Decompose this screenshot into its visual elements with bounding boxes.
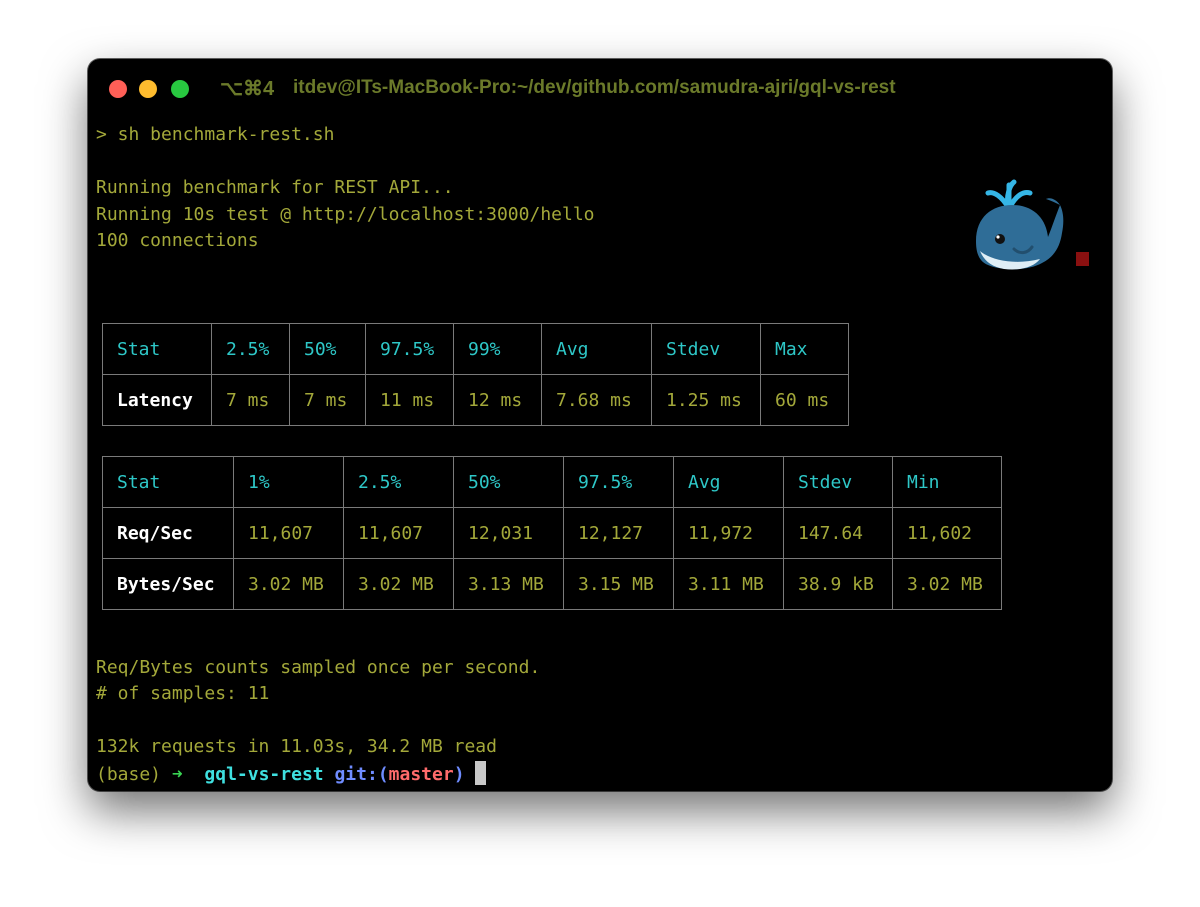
table-header-row: Stat 1% 2.5% 50% 97.5% Avg Stdev Min: [102, 456, 1002, 508]
table-cell: 60 ms: [760, 374, 849, 426]
terminal-window: ⌥⌘4 itdev@ITs-MacBook-Pro:~/dev/github.c…: [88, 59, 1112, 791]
table-header-row: Stat 2.5% 50% 97.5% 99% Avg Stdev Max: [102, 323, 849, 375]
column-header: Stdev: [783, 456, 893, 508]
command-line: > sh benchmark-rest.sh: [96, 124, 335, 145]
table-cell: 12,031: [453, 507, 564, 559]
spouting-whale-icon: [976, 179, 1064, 270]
table-cell: 11,607: [233, 507, 344, 559]
row-label: Req/Sec: [102, 507, 234, 559]
text-cursor[interactable]: [474, 761, 486, 785]
column-header: Min: [892, 456, 1002, 508]
column-header: 99%: [453, 323, 542, 375]
current-directory: gql-vs-rest: [204, 764, 324, 785]
column-header: 50%: [289, 323, 366, 375]
shell-prompt[interactable]: (base) ➜ gql-vs-rest git:(master): [96, 761, 486, 787]
column-header: 50%: [453, 456, 564, 508]
table-row: Bytes/Sec 3.02 MB 3.02 MB 3.13 MB 3.15 MB 3.1…: [102, 558, 1002, 610]
zoom-button[interactable]: [171, 80, 189, 98]
column-header: Stat: [102, 456, 234, 508]
table-cell: 11,602: [892, 507, 1002, 559]
table-cell: 147.64: [783, 507, 893, 559]
row-label: Bytes/Sec: [102, 558, 234, 610]
column-header: 2.5%: [343, 456, 454, 508]
git-label: git:(: [334, 764, 389, 785]
table-row: Latency 7 ms 7 ms 11 ms 12 ms 7.68 ms 1.25 ms 6…: [102, 374, 849, 426]
column-header: Max: [760, 323, 849, 375]
column-header: 1%: [233, 456, 344, 508]
table-cell: 3.02 MB: [892, 558, 1002, 610]
table-cell: 3.13 MB: [453, 558, 564, 610]
table-cell: 7.68 ms: [541, 374, 652, 426]
conda-env: (base): [96, 764, 162, 785]
tab-shortcut-label: ⌥⌘4: [220, 78, 275, 100]
table-cell: 11 ms: [365, 374, 454, 426]
title-bar[interactable]: ⌥⌘4 itdev@ITs-MacBook-Pro:~/dev/github.c…: [88, 59, 1112, 115]
output-line: Running 10s test @ http://localhost:3000…: [96, 204, 595, 225]
column-header: Avg: [673, 456, 784, 508]
minimize-button[interactable]: [139, 80, 157, 98]
column-header: Stdev: [651, 323, 761, 375]
footer-line: # of samples: 11: [96, 683, 270, 704]
column-header: Avg: [541, 323, 652, 375]
column-header: 2.5%: [211, 323, 290, 375]
row-label: Latency: [102, 374, 212, 426]
latency-table: Stat 2.5% 50% 97.5% 99% Avg Stdev Max Latency 7 …: [102, 323, 849, 426]
output-line: 100 connections: [96, 230, 259, 251]
column-header: 97.5%: [563, 456, 674, 508]
table-cell: 3.02 MB: [233, 558, 344, 610]
table-cell: 12 ms: [453, 374, 542, 426]
table-cell: 3.15 MB: [563, 558, 674, 610]
table-cell: 38.9 kB: [783, 558, 893, 610]
output-line: Running benchmark for REST API...: [96, 177, 454, 198]
column-header: Stat: [102, 323, 212, 375]
table-cell: 3.02 MB: [343, 558, 454, 610]
prompt-arrow-icon: ➜: [171, 764, 183, 785]
table-cell: 1.25 ms: [651, 374, 761, 426]
table-cell: 7 ms: [289, 374, 366, 426]
table-row: Req/Sec 11,607 11,607 12,031 12,127 11,972 147…: [102, 507, 1002, 559]
table-cell: 11,607: [343, 507, 454, 559]
table-cell: 11,972: [673, 507, 784, 559]
footer-line: Req/Bytes counts sampled once per second…: [96, 657, 541, 678]
red-square-indicator: [1076, 252, 1089, 266]
window-title: itdev@ITs-MacBook-Pro:~/dev/github.com/s…: [293, 77, 896, 98]
git-label-close: ): [453, 764, 465, 785]
table-cell: 7 ms: [211, 374, 290, 426]
close-button[interactable]: [109, 80, 127, 98]
throughput-table: Stat 1% 2.5% 50% 97.5% Avg Stdev Min Req/Sec 11,…: [102, 456, 1002, 610]
footer-line: 132k requests in 11.03s, 34.2 MB read: [96, 736, 497, 757]
table-cell: 3.11 MB: [673, 558, 784, 610]
git-branch: master: [388, 764, 454, 785]
column-header: 97.5%: [365, 323, 454, 375]
table-cell: 12,127: [563, 507, 674, 559]
